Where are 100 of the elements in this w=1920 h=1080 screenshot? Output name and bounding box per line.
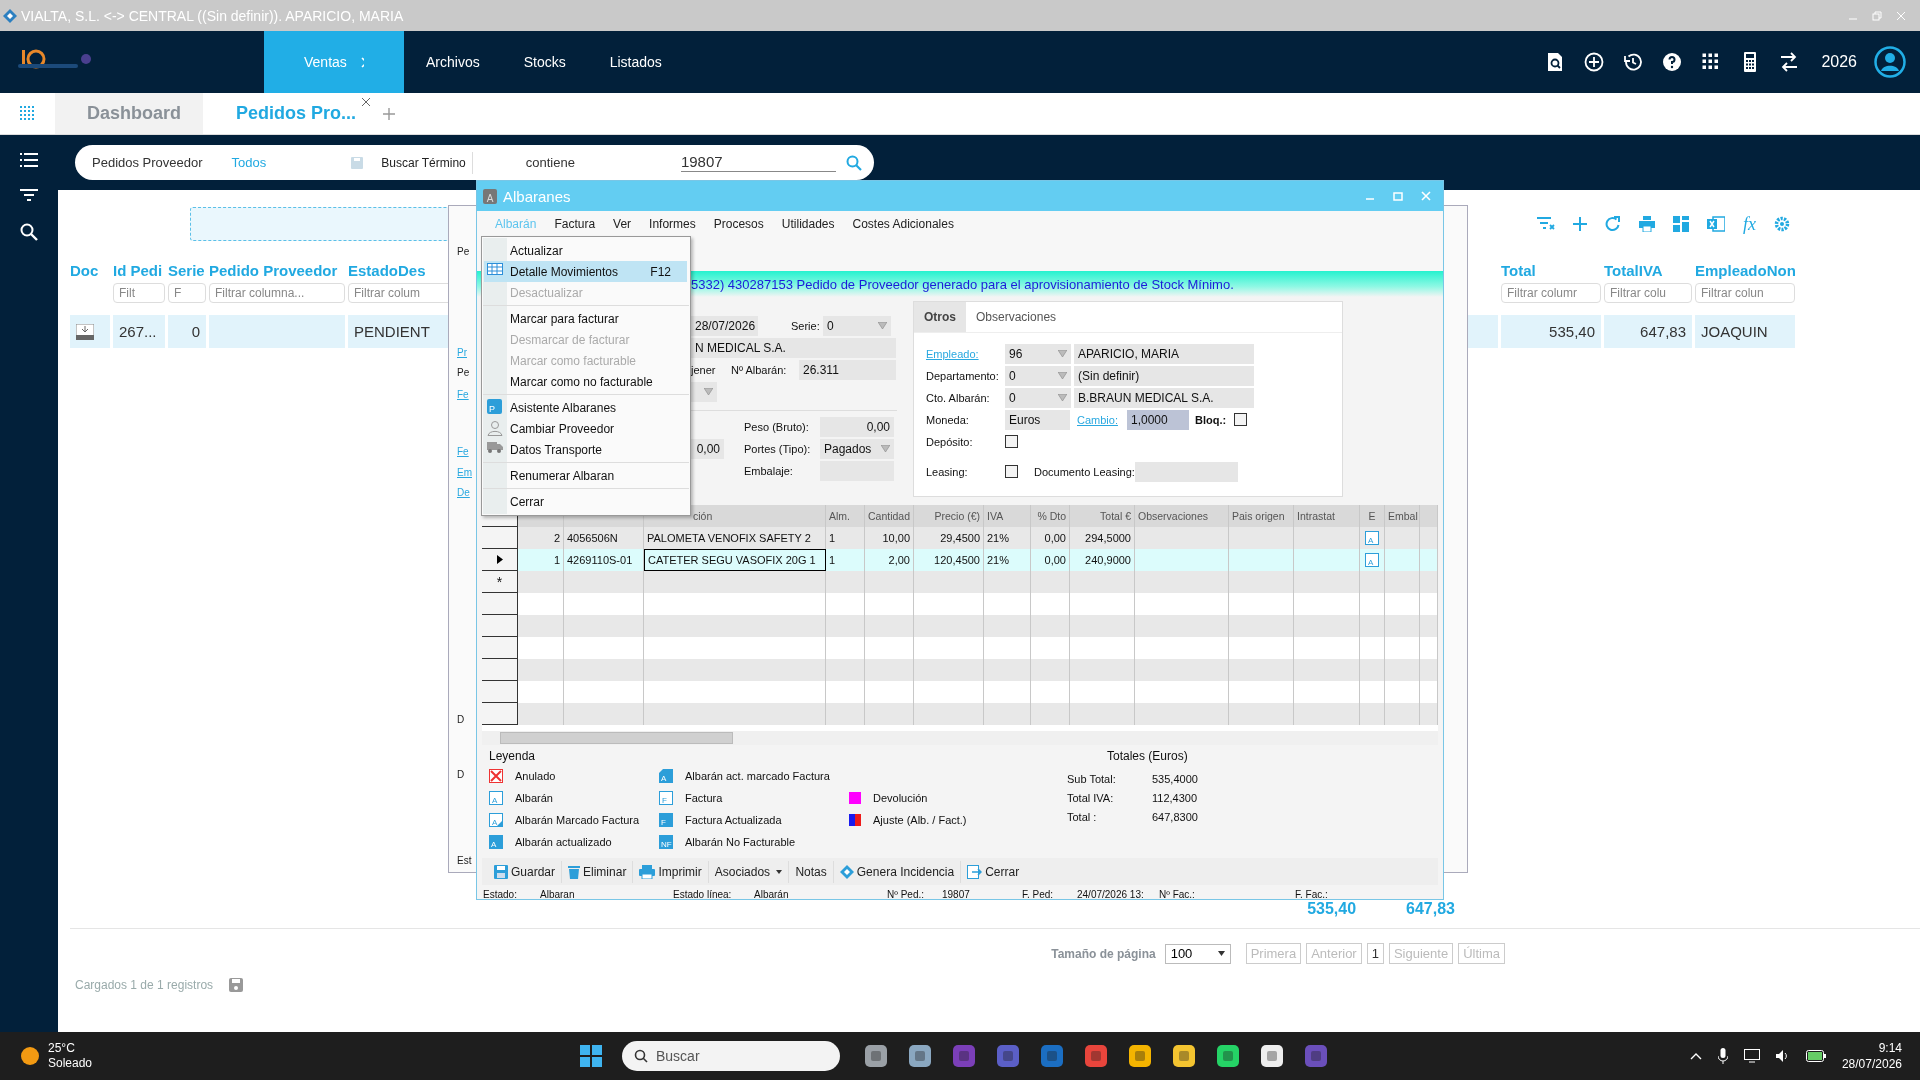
help-icon[interactable] [1661, 51, 1684, 73]
amount-field[interactable]: 0,00 [691, 438, 724, 459]
albaran-number-field[interactable]: 26.311 [799, 359, 896, 380]
battery-icon[interactable] [1805, 1050, 1826, 1062]
history-icon[interactable] [1622, 51, 1645, 73]
tab[interactable]: Otros [914, 302, 966, 332]
menu-item[interactable]: Utilidades [772, 217, 844, 231]
menu-item[interactable]: Detalle Movimientos F12 [484, 261, 687, 282]
name-field[interactable]: APARICIO, MARIA [1074, 343, 1254, 364]
add-tab-icon[interactable] [383, 107, 396, 120]
supplier-field[interactable]: N MEDICAL S.A. [691, 337, 896, 358]
column-filter-field[interactable]: Filtrar columr [1501, 283, 1601, 303]
checkbox[interactable] [1234, 413, 1248, 426]
download-icon[interactable] [76, 323, 94, 340]
dropdown-arrow-icon[interactable] [878, 322, 887, 329]
toolbar-button[interactable]: Eliminar [562, 860, 634, 883]
year-label[interactable]: 2026 [1821, 53, 1857, 71]
dropdown-arrow-icon[interactable] [1058, 372, 1067, 379]
date-field[interactable]: 28/07/2026 [691, 315, 758, 336]
app-icon[interactable] [1172, 1044, 1196, 1068]
code-select[interactable]: 96 [1005, 343, 1071, 364]
legend-label: Albarán Marcado Factura [515, 814, 640, 826]
app-icon[interactable] [1216, 1044, 1240, 1068]
filter-clear-icon[interactable] [1537, 217, 1555, 231]
menu-item[interactable]: Datos Transporte [484, 439, 687, 460]
currency-field[interactable]: Euros [1005, 409, 1070, 430]
new-row[interactable]: * [482, 571, 1438, 593]
horizontal-scrollbar[interactable] [482, 731, 1438, 745]
menu-item[interactable]: Factura [545, 217, 605, 231]
menu-item[interactable]: Costes Adicionales [843, 217, 963, 231]
add-icon[interactable] [1583, 51, 1606, 73]
nav-item[interactable]: Archivos [404, 31, 502, 93]
operator-select[interactable]: contiene [525, 155, 575, 170]
toolbar-button[interactable]: Asociados [708, 860, 790, 883]
list-icon[interactable] [20, 153, 38, 167]
chevron-up-icon[interactable] [1689, 1052, 1702, 1060]
weight-field[interactable]: 0,00 [820, 416, 894, 437]
row-header[interactable] [482, 527, 518, 549]
menu-item[interactable]: Cambiar Proveedor [484, 418, 687, 439]
list-name[interactable]: Pedidos Proveedor [92, 155, 203, 170]
menu-item[interactable]: P Asistente Albaranes [484, 397, 687, 418]
page-size-select[interactable]: 100 [1164, 943, 1231, 964]
search-field[interactable]: 19807 [680, 153, 836, 172]
column-filter-field[interactable]: Filt [113, 283, 165, 303]
menu-item[interactable]: Actualizar [484, 240, 687, 261]
nav-item[interactable]: Listados [587, 31, 684, 93]
app-icon[interactable] [1128, 1044, 1152, 1068]
spreadsheet-icon[interactable] [1707, 216, 1725, 232]
table-row[interactable]: 1 4269110S-01 CATETER SEGU VASOFIX 20G 1 1 2,00 120,4500 21% 0,00 240,9000 A [482, 549, 1438, 571]
leasing-document-field[interactable] [1134, 461, 1238, 482]
name-field[interactable]: B.BRAUN MEDICAL S.A. [1074, 387, 1254, 408]
row-header[interactable] [482, 549, 518, 571]
app-icon[interactable] [864, 1044, 888, 1068]
search-icon[interactable] [20, 223, 38, 241]
monitor-icon[interactable] [1743, 1049, 1760, 1063]
column-filter-field[interactable]: Filtrar colun [1695, 283, 1795, 303]
name-field[interactable]: (Sin definir) [1074, 365, 1254, 386]
code-select[interactable]: 0 [1005, 387, 1071, 408]
dropdown-arrow-icon[interactable] [881, 445, 890, 452]
toolbar-button[interactable]: Notas [789, 860, 834, 883]
settings-icon[interactable] [1774, 216, 1790, 232]
pager-button[interactable]: 1 [1366, 943, 1384, 964]
toolbar-button[interactable]: Cerrar [961, 860, 1026, 883]
nav-item[interactable]: Stocks [501, 31, 588, 93]
maximize-icon[interactable] [1393, 191, 1403, 201]
serie-select[interactable]: 0 [823, 315, 891, 336]
menu-item[interactable]: Renumerar Albaran [484, 465, 687, 486]
speaker-icon[interactable] [1775, 1049, 1790, 1063]
toolbar-button[interactable]: Genera Incidencia [833, 860, 962, 883]
refresh-icon[interactable] [1605, 216, 1621, 232]
dropdown-arrow-icon[interactable] [704, 388, 713, 395]
exchange-rate-field[interactable]: 1,0000 [1126, 409, 1189, 430]
toolbar-button[interactable]: Imprimir [633, 860, 709, 883]
column-filter-field[interactable]: F [168, 283, 206, 303]
avatar-icon[interactable] [1874, 46, 1906, 78]
code-select[interactable]: 0 [1005, 365, 1071, 386]
taskbar-search-field[interactable]: Buscar [622, 1041, 840, 1071]
menu-item[interactable]: Marcar como no facturable [484, 371, 687, 392]
app-icon[interactable] [908, 1044, 932, 1068]
toolbar-button[interactable]: Guardar [488, 860, 563, 883]
filter-icon[interactable] [20, 189, 38, 201]
dropdown-arrow-icon[interactable] [1058, 394, 1067, 401]
microphone-icon[interactable] [1717, 1048, 1728, 1064]
column-filter-field[interactable]: Filtrar colu [1604, 283, 1692, 303]
layout-icon[interactable] [1673, 216, 1689, 232]
checkbox[interactable] [1005, 435, 1018, 448]
save-icon[interactable] [229, 978, 244, 992]
windows-icon[interactable] [580, 1045, 602, 1067]
print-icon[interactable] [1639, 216, 1655, 232]
shipping-select[interactable]: Pagados [820, 438, 894, 459]
app-icon[interactable] [1260, 1044, 1284, 1068]
menu-item[interactable]: Procesos [704, 217, 773, 231]
dropdown-arrow-icon[interactable] [1058, 350, 1067, 357]
menu-item[interactable]: Ver [604, 217, 641, 231]
checkbox[interactable] [1005, 465, 1018, 478]
close-icon[interactable] [362, 98, 371, 106]
select-field[interactable] [691, 381, 717, 402]
column-filter-field[interactable]: Filtrar columna... [209, 283, 345, 303]
menu-item[interactable]: Informes [640, 217, 705, 231]
table-row[interactable]: 2 4056506N PALOMETA VENOFIX SAFETY 2 1 10,00 29,4500 21% 0,00 294,5000 A [482, 527, 1438, 549]
